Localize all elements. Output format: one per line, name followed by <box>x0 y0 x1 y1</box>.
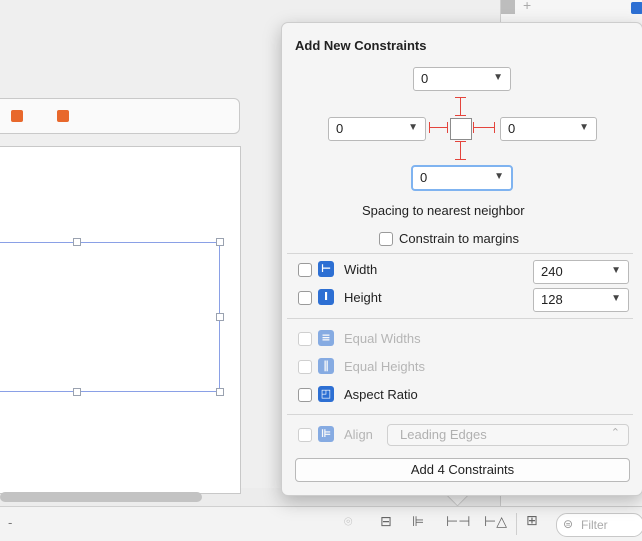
horizontal-scrollbar[interactable] <box>0 492 202 502</box>
left-spacing-combo[interactable]: 0 ▼ <box>328 117 426 141</box>
right-spacing-value: 0 <box>508 121 516 136</box>
align-checkbox[interactable] <box>298 428 312 442</box>
divider <box>516 513 517 535</box>
selection-bottom-edge <box>0 391 220 392</box>
pin-center-box <box>450 118 472 140</box>
chevron-down-icon: ▼ <box>611 293 621 304</box>
filter-icon: ⊜ <box>563 517 574 531</box>
equal-heights-checkbox[interactable] <box>298 360 312 374</box>
canvas-bottom-bar: - ⌾ ⊟ ⊫ ⊢⊣ ⊢△ ⊞ <box>0 506 642 541</box>
spacing-caption: Spacing to nearest neighbor <box>362 203 525 218</box>
selection-top-edge <box>0 242 220 243</box>
separator <box>287 414 633 415</box>
filter-field[interactable]: ⊜ Filter <box>556 513 642 537</box>
resize-handle[interactable] <box>73 388 81 396</box>
bottom-constraint-strut[interactable] <box>460 141 461 160</box>
updown-chevron-icon: ⌃ <box>610 427 620 439</box>
bottom-constraint-cap <box>455 141 466 142</box>
height-value: 128 <box>541 292 563 307</box>
align-icon: ⊫ <box>318 426 334 442</box>
update-frames-icon[interactable]: ⌾ <box>344 514 352 530</box>
width-value: 240 <box>541 264 563 279</box>
chevron-down-icon: ▼ <box>493 72 503 83</box>
equal-heights-label: Equal Heights <box>344 359 425 374</box>
resize-handle[interactable] <box>73 238 81 246</box>
resize-handle[interactable] <box>216 388 224 396</box>
chevron-down-icon: ▼ <box>494 171 504 182</box>
chevron-down-icon: ▼ <box>408 122 418 133</box>
separator <box>287 318 633 319</box>
align-select[interactable]: Leading Edges ⌃ <box>387 424 629 446</box>
first-responder-icon[interactable] <box>11 110 23 122</box>
equal-widths-checkbox[interactable] <box>298 332 312 346</box>
scene-view[interactable] <box>0 146 241 494</box>
add-constraints-button[interactable]: Add 4 Constraints <box>295 458 630 482</box>
top-constraint-strut[interactable] <box>460 98 461 116</box>
constrain-margins-label: Constrain to margins <box>399 231 519 246</box>
aspect-ratio-label: Aspect Ratio <box>344 387 418 402</box>
align-icon[interactable]: ⊫ <box>412 514 424 530</box>
filter-placeholder: Filter <box>581 518 608 532</box>
equal-heights-icon: ∥ <box>318 358 334 374</box>
grid-view-icon[interactable]: ⊞ <box>526 513 538 529</box>
left-spacing-value: 0 <box>336 121 344 136</box>
right-constraint-cap <box>494 122 495 133</box>
top-constraint-cap <box>455 97 466 98</box>
checked-checkbox[interactable] <box>631 2 642 14</box>
width-label: Width <box>344 262 378 277</box>
plus-icon[interactable]: + <box>523 0 531 13</box>
top-constraint-cap <box>455 115 466 116</box>
resize-handle[interactable] <box>216 313 224 321</box>
height-label: Height <box>344 290 382 305</box>
width-value-combo[interactable]: 240 ▼ <box>533 260 629 284</box>
left-constraint-cap <box>447 122 448 133</box>
left-constraint-cap <box>429 122 430 133</box>
align-label: Align <box>344 427 373 442</box>
bottom-constraint-cap <box>455 159 466 160</box>
right-constraint-cap <box>473 122 474 133</box>
canvas-bottom-left-glyph: - <box>8 515 13 530</box>
equal-widths-label: Equal Widths <box>344 331 421 346</box>
equal-widths-icon: ≡ <box>318 330 334 346</box>
resize-handle[interactable] <box>216 238 224 246</box>
constrain-margins-checkbox[interactable] <box>379 232 393 246</box>
bottom-spacing-value: 0 <box>420 170 428 185</box>
resolve-issues-icon[interactable]: ⊢△ <box>484 514 507 530</box>
popover-title: Add New Constraints <box>295 38 427 53</box>
right-spacing-combo[interactable]: 0 ▼ <box>500 117 597 141</box>
right-constraint-strut[interactable] <box>473 127 495 128</box>
scene-dock <box>0 98 240 134</box>
top-spacing-value: 0 <box>421 71 429 86</box>
height-checkbox[interactable] <box>298 291 312 305</box>
embed-in-stack-icon[interactable]: ⊟ <box>380 514 392 530</box>
top-spacing-combo[interactable]: 0 ▼ <box>413 67 511 91</box>
aspect-ratio-checkbox[interactable] <box>298 388 312 402</box>
chevron-down-icon: ▼ <box>579 122 589 133</box>
height-value-combo[interactable]: 128 ▼ <box>533 288 629 312</box>
width-checkbox[interactable] <box>298 263 312 277</box>
exit-icon[interactable] <box>57 110 69 122</box>
separator <box>287 253 633 254</box>
width-icon: ⊢ <box>318 261 334 277</box>
bottom-spacing-combo[interactable]: 0 ▼ <box>411 165 513 191</box>
chevron-down-icon: ▼ <box>611 265 621 276</box>
left-constraint-strut[interactable] <box>429 127 448 128</box>
aspect-ratio-icon: ◰ <box>318 386 334 402</box>
height-icon: I <box>318 289 334 305</box>
align-select-value: Leading Edges <box>400 427 487 442</box>
panel-grip-icon <box>501 0 515 14</box>
pin-icon[interactable]: ⊢⊣ <box>446 514 470 530</box>
